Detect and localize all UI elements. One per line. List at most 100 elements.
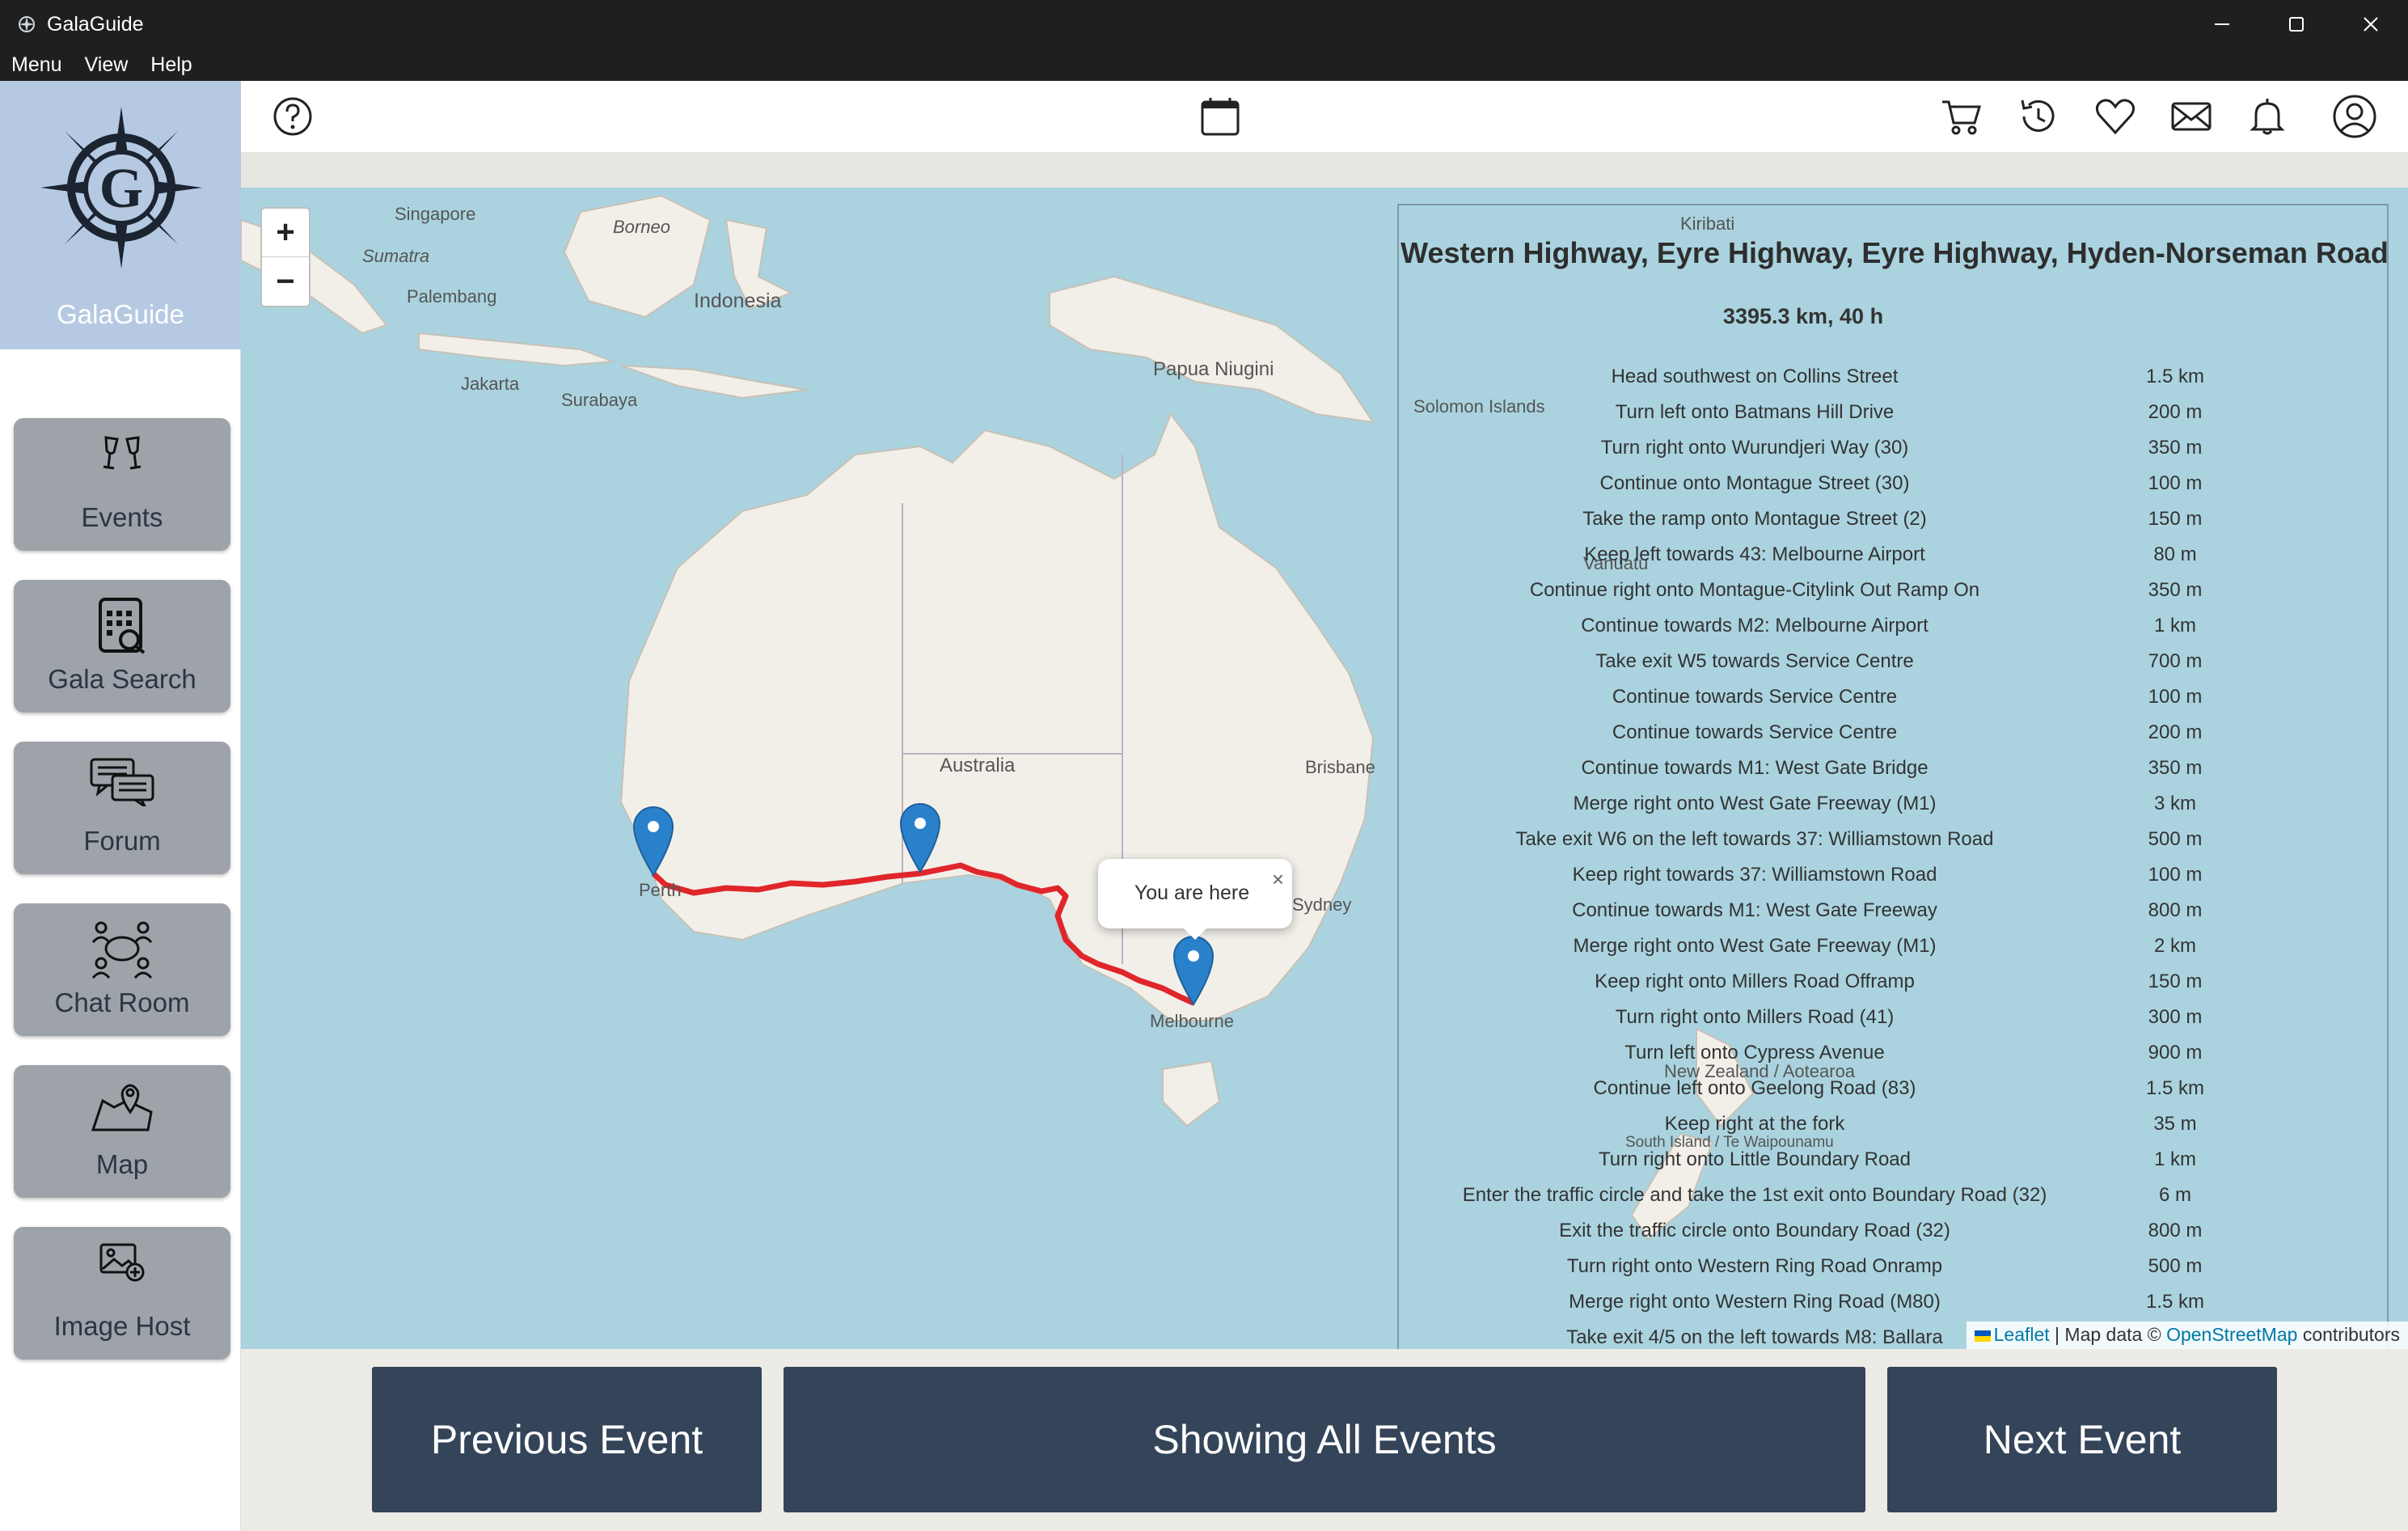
popup-close-icon[interactable]: × — [1272, 867, 1284, 892]
route-step-row[interactable]: Exit the traffic circle onto Boundary Ro… — [1399, 1220, 2390, 1252]
openstreetmap-link[interactable]: OpenStreetMap — [2166, 1324, 2297, 1345]
route-step-row[interactable]: Continue towards M2: Melbourne Airport 1 … — [1399, 615, 2390, 647]
zoom-in-button[interactable]: + — [262, 209, 309, 257]
popup-tip — [1179, 924, 1211, 940]
route-step-distance: 500 m — [2148, 1255, 2203, 1277]
heart-icon[interactable] — [2093, 94, 2138, 139]
map-view[interactable]: Singapore Borneo Sumatra Palembang Indon… — [241, 188, 2408, 1349]
mail-icon[interactable] — [2169, 94, 2214, 139]
route-step-instruction: Continue right onto Montague-Citylink Ou… — [1529, 579, 1980, 601]
close-button[interactable] — [2334, 0, 2408, 49]
route-step-distance: 6 m — [2158, 1184, 2191, 1206]
route-step-row[interactable]: Keep right onto Millers Road Offramp 150 … — [1399, 971, 2390, 1003]
compass-logo-icon: G — [40, 107, 202, 269]
account-icon[interactable] — [2332, 94, 2377, 139]
route-step-distance: 80 m — [2153, 543, 2197, 565]
help-icon[interactable] — [270, 94, 315, 139]
nav-chat-room-button[interactable]: Chat Room — [14, 903, 230, 1036]
nav-forum-label: Forum — [83, 826, 161, 856]
route-step-row[interactable]: Head southwest on Collins Street 1.5 km — [1399, 366, 2390, 398]
search-calendar-icon — [14, 594, 230, 656]
route-step-distance: 800 m — [2148, 1220, 2203, 1241]
popup-text: You are here — [1134, 882, 1250, 904]
showing-all-events-button[interactable]: Showing All Events — [784, 1367, 1865, 1512]
route-step-row[interactable]: Turn right onto Wurundjeri Way (30) 350 m — [1399, 437, 2390, 469]
brand-panel: G GalaGuide — [0, 81, 241, 349]
previous-event-button[interactable]: Previous Event — [372, 1367, 762, 1512]
label-singapore: Singapore — [395, 204, 475, 224]
route-step-row[interactable]: Turn left onto Cypress Avenue 900 m — [1399, 1042, 2390, 1074]
route-step-row[interactable]: Keep left towards 43: Melbourne Airport 8… — [1399, 543, 2390, 576]
next-event-button[interactable]: Next Event — [1887, 1367, 2277, 1512]
nav-map-label: Map — [95, 1149, 149, 1179]
route-step-row[interactable]: Continue towards Service Centre 200 m — [1399, 721, 2390, 754]
route-step-row[interactable]: Continue towards M1: West Gate Freeway 80… — [1399, 899, 2390, 932]
route-step-row[interactable]: Take exit W5 towards Service Centre 700 m — [1399, 650, 2390, 683]
label-brisbane: Brisbane — [1305, 757, 1375, 777]
route-step-instruction: Continue towards M1: West Gate Bridge — [1581, 757, 1929, 779]
route-step-row[interactable]: Turn right onto Western Ring Road Onramp… — [1399, 1255, 2390, 1288]
route-step-row[interactable]: Continue onto Montague Street (30) 100 m — [1399, 472, 2390, 505]
route-step-instruction: Merge right onto West Gate Freeway (M1) — [1573, 935, 1937, 957]
champagne-glasses-icon — [14, 433, 230, 473]
leaflet-flag-icon — [1974, 1330, 1991, 1342]
calendar-icon[interactable] — [1198, 94, 1243, 139]
route-step-distance: 200 m — [2148, 401, 2203, 423]
leaflet-link[interactable]: Leaflet — [1994, 1324, 2050, 1345]
route-step-distance: 900 m — [2148, 1042, 2203, 1064]
route-step-distance: 200 m — [2148, 721, 2203, 743]
route-step-row[interactable]: Turn right onto Little Boundary Road 1 km — [1399, 1148, 2390, 1181]
maximize-button[interactable] — [2259, 0, 2334, 49]
group-chat-icon — [14, 918, 230, 981]
route-step-row[interactable]: Merge right onto West Gate Freeway (M1) 3… — [1399, 793, 2390, 825]
label-australia: Australia — [940, 755, 1016, 776]
route-step-row[interactable]: Merge right onto Western Ring Road (M80)… — [1399, 1291, 2390, 1323]
bell-icon[interactable] — [2245, 94, 2290, 139]
route-step-instruction: Keep left towards 43: Melbourne Airport — [1584, 543, 1925, 565]
route-step-instruction: Continue towards M1: West Gate Freeway — [1572, 899, 1937, 921]
route-step-row[interactable]: Continue right onto Montague-Citylink Ou… — [1399, 579, 2390, 611]
menu-item-menu[interactable]: Menu — [11, 53, 62, 77]
route-step-instruction: Turn right onto Millers Road (41) — [1615, 1006, 1895, 1028]
route-step-row[interactable]: Continue towards M1: West Gate Bridge 350… — [1399, 757, 2390, 789]
route-step-row[interactable]: Continue left onto Geelong Road (83) 1.5 … — [1399, 1077, 2390, 1110]
top-toolbar — [241, 81, 2408, 152]
label-perth: Perth — [639, 880, 682, 900]
route-step-row[interactable]: Keep right towards 37: Williamstown Road… — [1399, 864, 2390, 896]
nav-image-host-button[interactable]: Image Host — [14, 1227, 230, 1360]
route-step-row[interactable]: Continue towards Service Centre 100 m — [1399, 686, 2390, 718]
route-step-row[interactable]: Take the ramp onto Montague Street (2) 15… — [1399, 508, 2390, 540]
route-step-row[interactable]: Turn left onto Batmans Hill Drive 200 m — [1399, 401, 2390, 434]
menu-item-view[interactable]: View — [85, 53, 129, 77]
menu-item-help[interactable]: Help — [150, 53, 192, 77]
nav-forum-button[interactable]: Forum — [14, 742, 230, 874]
map-attribution: Leaflet | Map data © OpenStreetMap contr… — [1966, 1322, 2408, 1349]
nav-map-button[interactable]: Map — [14, 1065, 230, 1198]
route-step-row[interactable]: Turn right onto Millers Road (41) 300 m — [1399, 1006, 2390, 1038]
label-melbourne: Melbourne — [1150, 1011, 1234, 1031]
minimize-button[interactable] — [2185, 0, 2259, 49]
route-step-distance: 2 km — [2153, 935, 2196, 957]
route-step-instruction: Continue towards Service Centre — [1612, 721, 1898, 743]
route-step-instruction: Take exit W6 on the left towards 37: Wil… — [1515, 828, 1994, 850]
route-step-row[interactable]: Enter the traffic circle and take the 1s… — [1399, 1184, 2390, 1216]
route-step-distance: 150 m — [2148, 971, 2203, 992]
nav-events-button[interactable]: Events — [14, 418, 230, 551]
java-landmass — [418, 332, 614, 367]
route-step-row[interactable]: Keep right at the fork 35 m — [1399, 1113, 2390, 1145]
app-window: GalaGuide Menu View Help G GalaGuide Eve… — [0, 0, 2408, 1531]
route-step-distance: 500 m — [2148, 828, 2203, 850]
zoom-out-button[interactable]: − — [262, 257, 309, 306]
route-step-distance: 1 km — [2153, 615, 2196, 637]
route-step-instruction: Keep right at the fork — [1664, 1113, 1845, 1135]
australia-landmass — [619, 412, 1375, 1021]
route-step-instruction: Continue towards M2: Melbourne Airport — [1581, 615, 1929, 637]
route-step-row[interactable]: Merge right onto West Gate Freeway (M1) 2… — [1399, 935, 2390, 967]
route-step-row[interactable]: Take exit W6 on the left towards 37: Wil… — [1399, 828, 2390, 861]
nav-chat-room-label: Chat Room — [54, 988, 190, 1017]
cart-icon[interactable] — [1939, 94, 1984, 139]
bottom-bar: Previous Event Showing All Events Next E… — [241, 1349, 2408, 1531]
nav-gala-search-button[interactable]: Gala Search — [14, 580, 230, 713]
history-icon[interactable] — [2016, 94, 2061, 139]
route-instructions-panel[interactable]: Western Highway, Eyre Highway, Eyre High… — [1397, 204, 2389, 1349]
